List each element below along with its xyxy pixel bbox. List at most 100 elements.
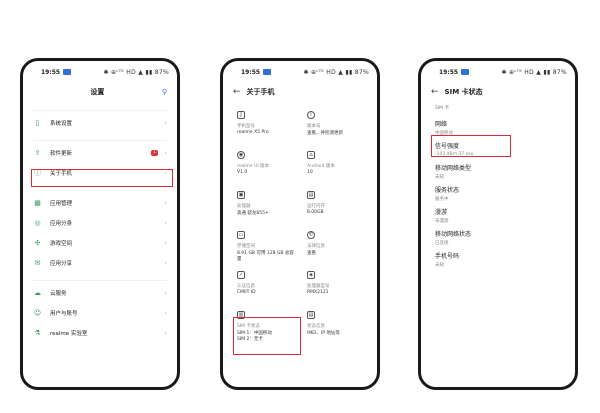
chevron-right-icon: › xyxy=(164,289,167,297)
cell-value: CMIIT ID xyxy=(237,290,256,295)
item-label: 应用管理 xyxy=(50,201,73,207)
status-icons: ✱ ⊕ᴸᵀᴱ HD ▲ ▮▮ 87% xyxy=(501,68,567,76)
sim-item-roaming: 漫游 未漫游 xyxy=(435,207,565,229)
cell-legal[interactable]: © 法律信息 查看 xyxy=(307,231,367,259)
phone-icon: ▯ xyxy=(237,111,245,119)
phone-icon: ▯ xyxy=(35,119,40,127)
check-shield-icon: ✓ xyxy=(237,271,245,279)
notification-icon xyxy=(461,69,470,75)
cell-value: 8.00GB xyxy=(307,210,324,215)
settings-item-system[interactable]: ▯ 系统设置 › xyxy=(23,113,177,133)
cell-key: 法律信息 xyxy=(307,244,325,249)
sim-item-network-type: 移动网络类型 未知 xyxy=(435,163,565,185)
chevron-right-icon: › xyxy=(164,309,167,317)
copyright-icon: © xyxy=(307,231,315,239)
cell-android[interactable]: ⌂ Android 版本 10 xyxy=(307,151,367,179)
item-label: 应用分享 xyxy=(50,261,73,267)
cell-value: V1.0 xyxy=(237,170,248,175)
cell-cert[interactable]: ✓ 认证信息 CMIIT ID xyxy=(237,271,297,299)
item-value: 未漫游 xyxy=(435,219,449,224)
back-arrow-icon[interactable]: ← xyxy=(233,87,241,97)
document-icon: ▤ xyxy=(307,311,315,319)
user-icon: ☺ xyxy=(33,309,42,317)
cell-key: realme UI 版本 xyxy=(237,164,270,169)
settings-item-share[interactable]: ✉ 应用分享 › xyxy=(23,253,177,273)
status-time: 19:55 xyxy=(241,68,261,76)
flask-icon: ⚗ xyxy=(34,329,41,337)
layers-icon: ◈ xyxy=(307,271,315,279)
settings-item-account[interactable]: ☺ 用户与账号 › xyxy=(23,303,177,323)
divider xyxy=(33,273,167,281)
item-value: 未知 xyxy=(435,263,444,268)
cell-key: 存储空间 xyxy=(237,244,255,249)
cell-key: 处理器型号 xyxy=(307,284,330,289)
item-title: 漫游 xyxy=(435,209,448,216)
settings-list: ▯ 系统设置 › ⇪ 软件更新 1 › ⓘ 关于手机 › ▦ 应用管理 › ◎ … xyxy=(23,103,177,343)
item-label: 用户与账号 xyxy=(50,311,78,317)
item-value: 未知 xyxy=(435,175,444,180)
android-icon: ⌂ xyxy=(307,151,315,159)
status-icons: ✱ ⊕ᴸᵀᴱ HD ▲ ▮▮ 87% xyxy=(103,68,169,76)
search-icon[interactable]: ⚲ xyxy=(162,88,167,96)
clone-icon: ◎ xyxy=(34,219,41,227)
notification-icon xyxy=(263,69,272,75)
item-label: 游戏空间 xyxy=(50,241,73,247)
item-title: 手机号码 xyxy=(435,253,460,260)
status-bar: 19:55 ✱ ⊕ᴸᵀᴱ HD ▲ ▮▮ 87% xyxy=(421,67,575,77)
status-bar: 19:55 ✱ ⊕ᴸᵀᴱ HD ▲ ▮▮ 87% xyxy=(23,67,177,77)
settings-item-lab[interactable]: ⚗ realme 实验室 › xyxy=(23,323,177,343)
cell-ram[interactable]: ▤ 运行内存 8.00GB xyxy=(307,191,367,219)
sim-status-list: SIM 卡 网络 中国移动 信号强度 -103 dBm 37 asu 移动网络类… xyxy=(435,105,565,273)
about-grid: ▯ 手机型号 realme X5 Pro i 版本号 查看，并检测更新 ◉ re… xyxy=(237,111,367,342)
cell-ui-version[interactable]: ◉ realme UI 版本 V1.0 xyxy=(237,151,297,179)
chevron-right-icon: › xyxy=(164,199,167,207)
cell-value: IMEI、IP 地址等 xyxy=(307,331,340,336)
stage: 19:55 ✱ ⊕ᴸᵀᴱ HD ▲ ▮▮ 87% 设置 ⚲ ▯ 系统设置 › ⇪… xyxy=(0,0,600,413)
phone-settings: 19:55 ✱ ⊕ᴸᵀᴱ HD ▲ ▮▮ 87% 设置 ⚲ ▯ 系统设置 › ⇪… xyxy=(20,58,180,390)
settings-item-apps[interactable]: ▦ 应用管理 › xyxy=(23,193,177,213)
back-arrow-icon[interactable]: ← xyxy=(431,87,439,97)
sim-item-phone-number: 手机号码 未知 xyxy=(435,251,565,273)
cell-value: 查看 xyxy=(307,251,316,256)
item-label: 系统设置 xyxy=(50,121,73,127)
settings-item-cloud[interactable]: ☁ 云服务 › xyxy=(23,283,177,303)
chevron-right-icon: › xyxy=(164,329,167,337)
storage-icon: ▭ xyxy=(237,231,245,239)
page-title: SIM 卡状态 xyxy=(444,88,483,96)
settings-item-update[interactable]: ⇪ 软件更新 1 › xyxy=(23,143,177,163)
cell-model[interactable]: ▯ 手机型号 realme X5 Pro xyxy=(237,111,297,139)
page-title: 关于手机 xyxy=(246,88,275,96)
settings-item-game[interactable]: ✣ 游戏空间 › xyxy=(23,233,177,253)
cell-model-code[interactable]: ◈ 处理器型号 RMX2121 xyxy=(307,271,367,299)
sim-item-service: 服务状态 服务中 xyxy=(435,185,565,207)
update-icon: ⇪ xyxy=(34,149,41,157)
cell-key: 认证信息 xyxy=(237,284,255,289)
cell-key: 状态信息 xyxy=(307,324,325,329)
settings-header: 设置 ⚲ xyxy=(23,85,177,99)
cell-value: RMX2121 xyxy=(307,290,329,295)
chevron-right-icon: › xyxy=(164,149,167,157)
cell-value: realme X5 Pro xyxy=(237,130,269,135)
chevron-right-icon: › xyxy=(164,259,167,267)
chevron-right-icon: › xyxy=(164,239,167,247)
status-time: 19:55 xyxy=(439,68,459,76)
item-title: 网络 xyxy=(435,121,448,128)
target-icon: ◉ xyxy=(237,151,245,159)
notification-icon xyxy=(63,69,72,75)
settings-item-clone[interactable]: ◎ 应用分身 › xyxy=(23,213,177,233)
cell-version[interactable]: i 版本号 查看，并检测更新 xyxy=(307,111,367,139)
cell-cpu[interactable]: ▣ 处理器 高通 骁龙855+ xyxy=(237,191,297,219)
cell-value: 高通 骁龙855+ xyxy=(237,211,269,216)
status-icons: ✱ ⊕ᴸᵀᴱ HD ▲ ▮▮ 87% xyxy=(303,68,369,76)
share-icon: ✉ xyxy=(34,259,41,267)
cell-key: 版本号 xyxy=(307,124,321,129)
cell-status-info[interactable]: ▤ 状态信息 IMEI、IP 地址等 xyxy=(307,311,367,339)
cell-value: 10 xyxy=(307,170,313,175)
item-title: 移动网络类型 xyxy=(435,165,472,172)
divider xyxy=(33,103,167,111)
item-title: 移动网络状态 xyxy=(435,231,472,238)
chevron-right-icon: › xyxy=(164,219,167,227)
cell-storage[interactable]: ▭ 存储空间 8.91 GB 可用 128 GB 总容量 xyxy=(237,231,297,262)
item-label: 应用分身 xyxy=(50,221,73,227)
cell-key: Android 版本 xyxy=(307,164,335,169)
